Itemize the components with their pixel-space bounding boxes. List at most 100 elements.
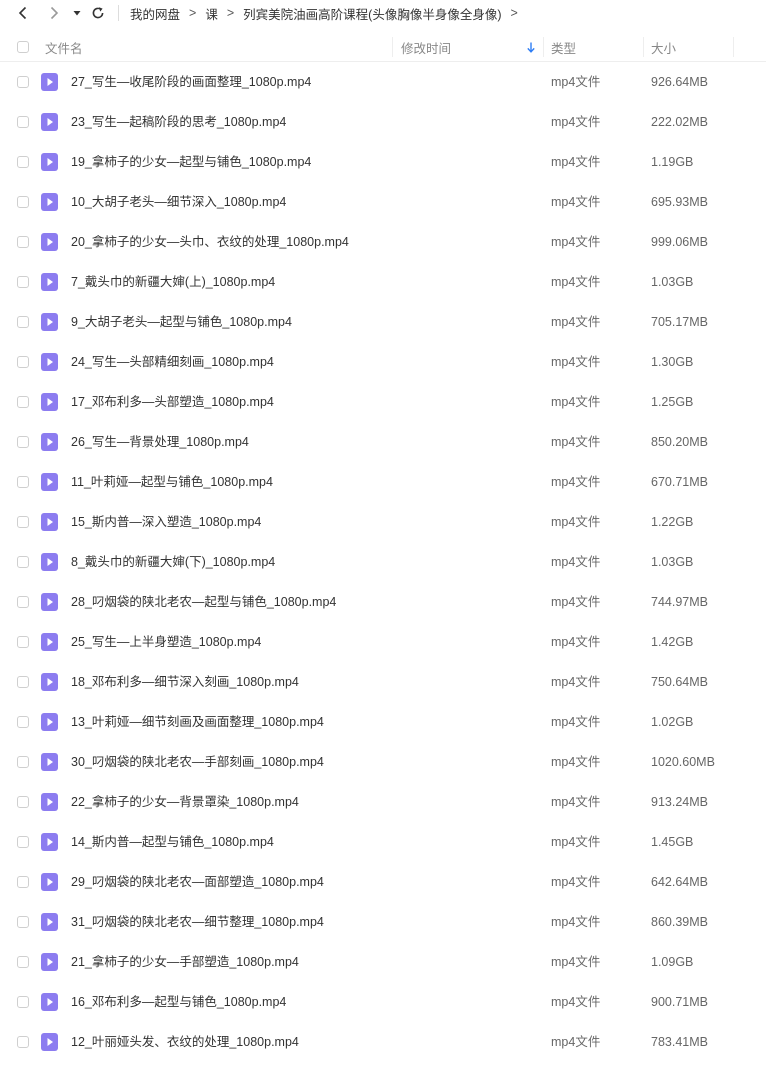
column-header-type[interactable]: 类型 <box>551 33 576 61</box>
file-row[interactable]: 17_邓布利多—头部塑造_1080p.mp4 mp4文件 1.25GB <box>0 382 766 422</box>
file-name[interactable]: 30_叼烟袋的陕北老农—手部刻画_1080p.mp4 <box>71 742 324 782</box>
breadcrumb-root[interactable]: 我的网盘 <box>130 4 180 23</box>
row-checkbox[interactable] <box>17 356 29 368</box>
file-row[interactable]: 8_戴头巾的新疆大婶(下)_1080p.mp4 mp4文件 1.03GB <box>0 542 766 582</box>
column-divider[interactable] <box>733 37 734 57</box>
video-file-icon <box>41 433 58 451</box>
file-name[interactable]: 23_写生—起稿阶段的思考_1080p.mp4 <box>71 102 286 142</box>
file-row[interactable]: 23_写生—起稿阶段的思考_1080p.mp4 mp4文件 222.02MB <box>0 102 766 142</box>
row-checkbox[interactable] <box>17 756 29 768</box>
column-header-size[interactable]: 大小 <box>651 33 676 61</box>
file-name[interactable]: 22_拿柿子的少女—背景罩染_1080p.mp4 <box>71 782 299 822</box>
file-name[interactable]: 24_写生—头部精细刻画_1080p.mp4 <box>71 342 274 382</box>
file-name[interactable]: 11_叶莉娅—起型与铺色_1080p.mp4 <box>71 462 273 502</box>
breadcrumb-item[interactable]: 课 <box>205 4 218 23</box>
history-dropdown-button[interactable] <box>70 2 84 24</box>
row-checkbox[interactable] <box>17 716 29 728</box>
row-checkbox[interactable] <box>17 436 29 448</box>
back-button[interactable] <box>12 2 34 24</box>
file-name[interactable]: 27_写生—收尾阶段的画面整理_1080p.mp4 <box>71 62 311 102</box>
row-checkbox[interactable] <box>17 876 29 888</box>
breadcrumb-item[interactable]: 列宾美院油画高阶课程(头像胸像半身像全身像) <box>243 4 501 23</box>
row-checkbox[interactable] <box>17 76 29 88</box>
file-name[interactable]: 12_叶丽娅头发、衣纹的处理_1080p.mp4 <box>71 1022 299 1062</box>
file-name[interactable]: 19_拿柿子的少女—起型与铺色_1080p.mp4 <box>71 142 311 182</box>
row-checkbox[interactable] <box>17 796 29 808</box>
file-row[interactable]: 21_拿柿子的少女—手部塑造_1080p.mp4 mp4文件 1.09GB <box>0 942 766 982</box>
column-header-name[interactable]: 文件名 <box>45 33 83 61</box>
file-row[interactable]: 11_叶莉娅—起型与铺色_1080p.mp4 mp4文件 670.71MB <box>0 462 766 502</box>
forward-button[interactable] <box>43 2 65 24</box>
row-checkbox[interactable] <box>17 1036 29 1048</box>
refresh-button[interactable] <box>87 2 109 24</box>
row-checkbox[interactable] <box>17 836 29 848</box>
row-checkbox[interactable] <box>17 316 29 328</box>
file-name[interactable]: 29_叼烟袋的陕北老农—面部塑造_1080p.mp4 <box>71 862 324 902</box>
row-checkbox[interactable] <box>17 596 29 608</box>
row-checkbox[interactable] <box>17 196 29 208</box>
file-row[interactable]: 7_戴头巾的新疆大婶(上)_1080p.mp4 mp4文件 1.03GB <box>0 262 766 302</box>
sort-arrow-icon[interactable] <box>527 33 535 61</box>
file-row[interactable]: 14_斯内普—起型与铺色_1080p.mp4 mp4文件 1.45GB <box>0 822 766 862</box>
breadcrumb-separator[interactable]: > <box>510 6 517 20</box>
file-name[interactable]: 17_邓布利多—头部塑造_1080p.mp4 <box>71 382 274 422</box>
file-row[interactable]: 24_写生—头部精细刻画_1080p.mp4 mp4文件 1.30GB <box>0 342 766 382</box>
file-name[interactable]: 10_大胡子老头—细节深入_1080p.mp4 <box>71 182 286 222</box>
row-checkbox[interactable] <box>17 516 29 528</box>
file-name[interactable]: 9_大胡子老头—起型与铺色_1080p.mp4 <box>71 302 292 342</box>
file-size: 1020.60MB <box>651 755 715 769</box>
file-row[interactable]: 31_叼烟袋的陕北老农—细节整理_1080p.mp4 mp4文件 860.39MB <box>0 902 766 942</box>
file-list: 27_写生—收尾阶段的画面整理_1080p.mp4 mp4文件 926.64MB 23… <box>0 62 766 1062</box>
file-name[interactable]: 25_写生—上半身塑造_1080p.mp4 <box>71 622 261 662</box>
file-name[interactable]: 26_写生—背景处理_1080p.mp4 <box>71 422 249 462</box>
file-row[interactable]: 28_叼烟袋的陕北老农—起型与铺色_1080p.mp4 mp4文件 744.97MB <box>0 582 766 622</box>
file-row[interactable]: 25_写生—上半身塑造_1080p.mp4 mp4文件 1.42GB <box>0 622 766 662</box>
file-name[interactable]: 7_戴头巾的新疆大婶(上)_1080p.mp4 <box>71 262 275 302</box>
column-divider[interactable] <box>392 37 393 57</box>
file-row[interactable]: 27_写生—收尾阶段的画面整理_1080p.mp4 mp4文件 926.64MB <box>0 62 766 102</box>
file-name[interactable]: 18_邓布利多—细节深入刻画_1080p.mp4 <box>71 662 299 702</box>
file-row[interactable]: 9_大胡子老头—起型与铺色_1080p.mp4 mp4文件 705.17MB <box>0 302 766 342</box>
file-name[interactable]: 13_叶莉娅—细节刻画及画面整理_1080p.mp4 <box>71 702 324 742</box>
select-all-checkbox[interactable] <box>17 41 29 53</box>
file-name[interactable]: 20_拿柿子的少女—头巾、衣纹的处理_1080p.mp4 <box>71 222 349 262</box>
file-row[interactable]: 16_邓布利多—起型与铺色_1080p.mp4 mp4文件 900.71MB <box>0 982 766 1022</box>
row-checkbox[interactable] <box>17 636 29 648</box>
video-file-icon <box>41 993 58 1011</box>
column-header-modified[interactable]: 修改时间 <box>401 33 451 61</box>
file-name[interactable]: 28_叼烟袋的陕北老农—起型与铺色_1080p.mp4 <box>71 582 336 622</box>
file-name[interactable]: 21_拿柿子的少女—手部塑造_1080p.mp4 <box>71 942 299 982</box>
file-row[interactable]: 10_大胡子老头—细节深入_1080p.mp4 mp4文件 695.93MB <box>0 182 766 222</box>
column-divider[interactable] <box>643 37 644 57</box>
row-checkbox[interactable] <box>17 116 29 128</box>
row-checkbox[interactable] <box>17 236 29 248</box>
row-checkbox[interactable] <box>17 996 29 1008</box>
row-checkbox[interactable] <box>17 916 29 928</box>
row-checkbox[interactable] <box>17 476 29 488</box>
file-name[interactable]: 15_斯内普—深入塑造_1080p.mp4 <box>71 502 261 542</box>
file-row[interactable]: 30_叼烟袋的陕北老农—手部刻画_1080p.mp4 mp4文件 1020.60MB <box>0 742 766 782</box>
file-name[interactable]: 14_斯内普—起型与铺色_1080p.mp4 <box>71 822 274 862</box>
file-row[interactable]: 29_叼烟袋的陕北老农—面部塑造_1080p.mp4 mp4文件 642.64MB <box>0 862 766 902</box>
file-row[interactable]: 19_拿柿子的少女—起型与铺色_1080p.mp4 mp4文件 1.19GB <box>0 142 766 182</box>
file-row[interactable]: 12_叶丽娅头发、衣纹的处理_1080p.mp4 mp4文件 783.41MB <box>0 1022 766 1062</box>
row-checkbox[interactable] <box>17 156 29 168</box>
row-checkbox[interactable] <box>17 396 29 408</box>
row-checkbox[interactable] <box>17 556 29 568</box>
file-row[interactable]: 22_拿柿子的少女—背景罩染_1080p.mp4 mp4文件 913.24MB <box>0 782 766 822</box>
video-file-icon <box>41 873 58 891</box>
file-row[interactable]: 26_写生—背景处理_1080p.mp4 mp4文件 850.20MB <box>0 422 766 462</box>
file-name[interactable]: 16_邓布利多—起型与铺色_1080p.mp4 <box>71 982 286 1022</box>
file-name[interactable]: 31_叼烟袋的陕北老农—细节整理_1080p.mp4 <box>71 902 324 942</box>
chevron-left-icon <box>18 6 27 20</box>
row-checkbox[interactable] <box>17 676 29 688</box>
row-checkbox[interactable] <box>17 276 29 288</box>
toolbar-divider <box>118 5 119 21</box>
file-name[interactable]: 8_戴头巾的新疆大婶(下)_1080p.mp4 <box>71 542 275 582</box>
file-row[interactable]: 20_拿柿子的少女—头巾、衣纹的处理_1080p.mp4 mp4文件 999.06M… <box>0 222 766 262</box>
file-row[interactable]: 13_叶莉娅—细节刻画及画面整理_1080p.mp4 mp4文件 1.02GB <box>0 702 766 742</box>
column-divider[interactable] <box>543 37 544 57</box>
row-checkbox[interactable] <box>17 956 29 968</box>
file-row[interactable]: 18_邓布利多—细节深入刻画_1080p.mp4 mp4文件 750.64MB <box>0 662 766 702</box>
file-row[interactable]: 15_斯内普—深入塑造_1080p.mp4 mp4文件 1.22GB <box>0 502 766 542</box>
